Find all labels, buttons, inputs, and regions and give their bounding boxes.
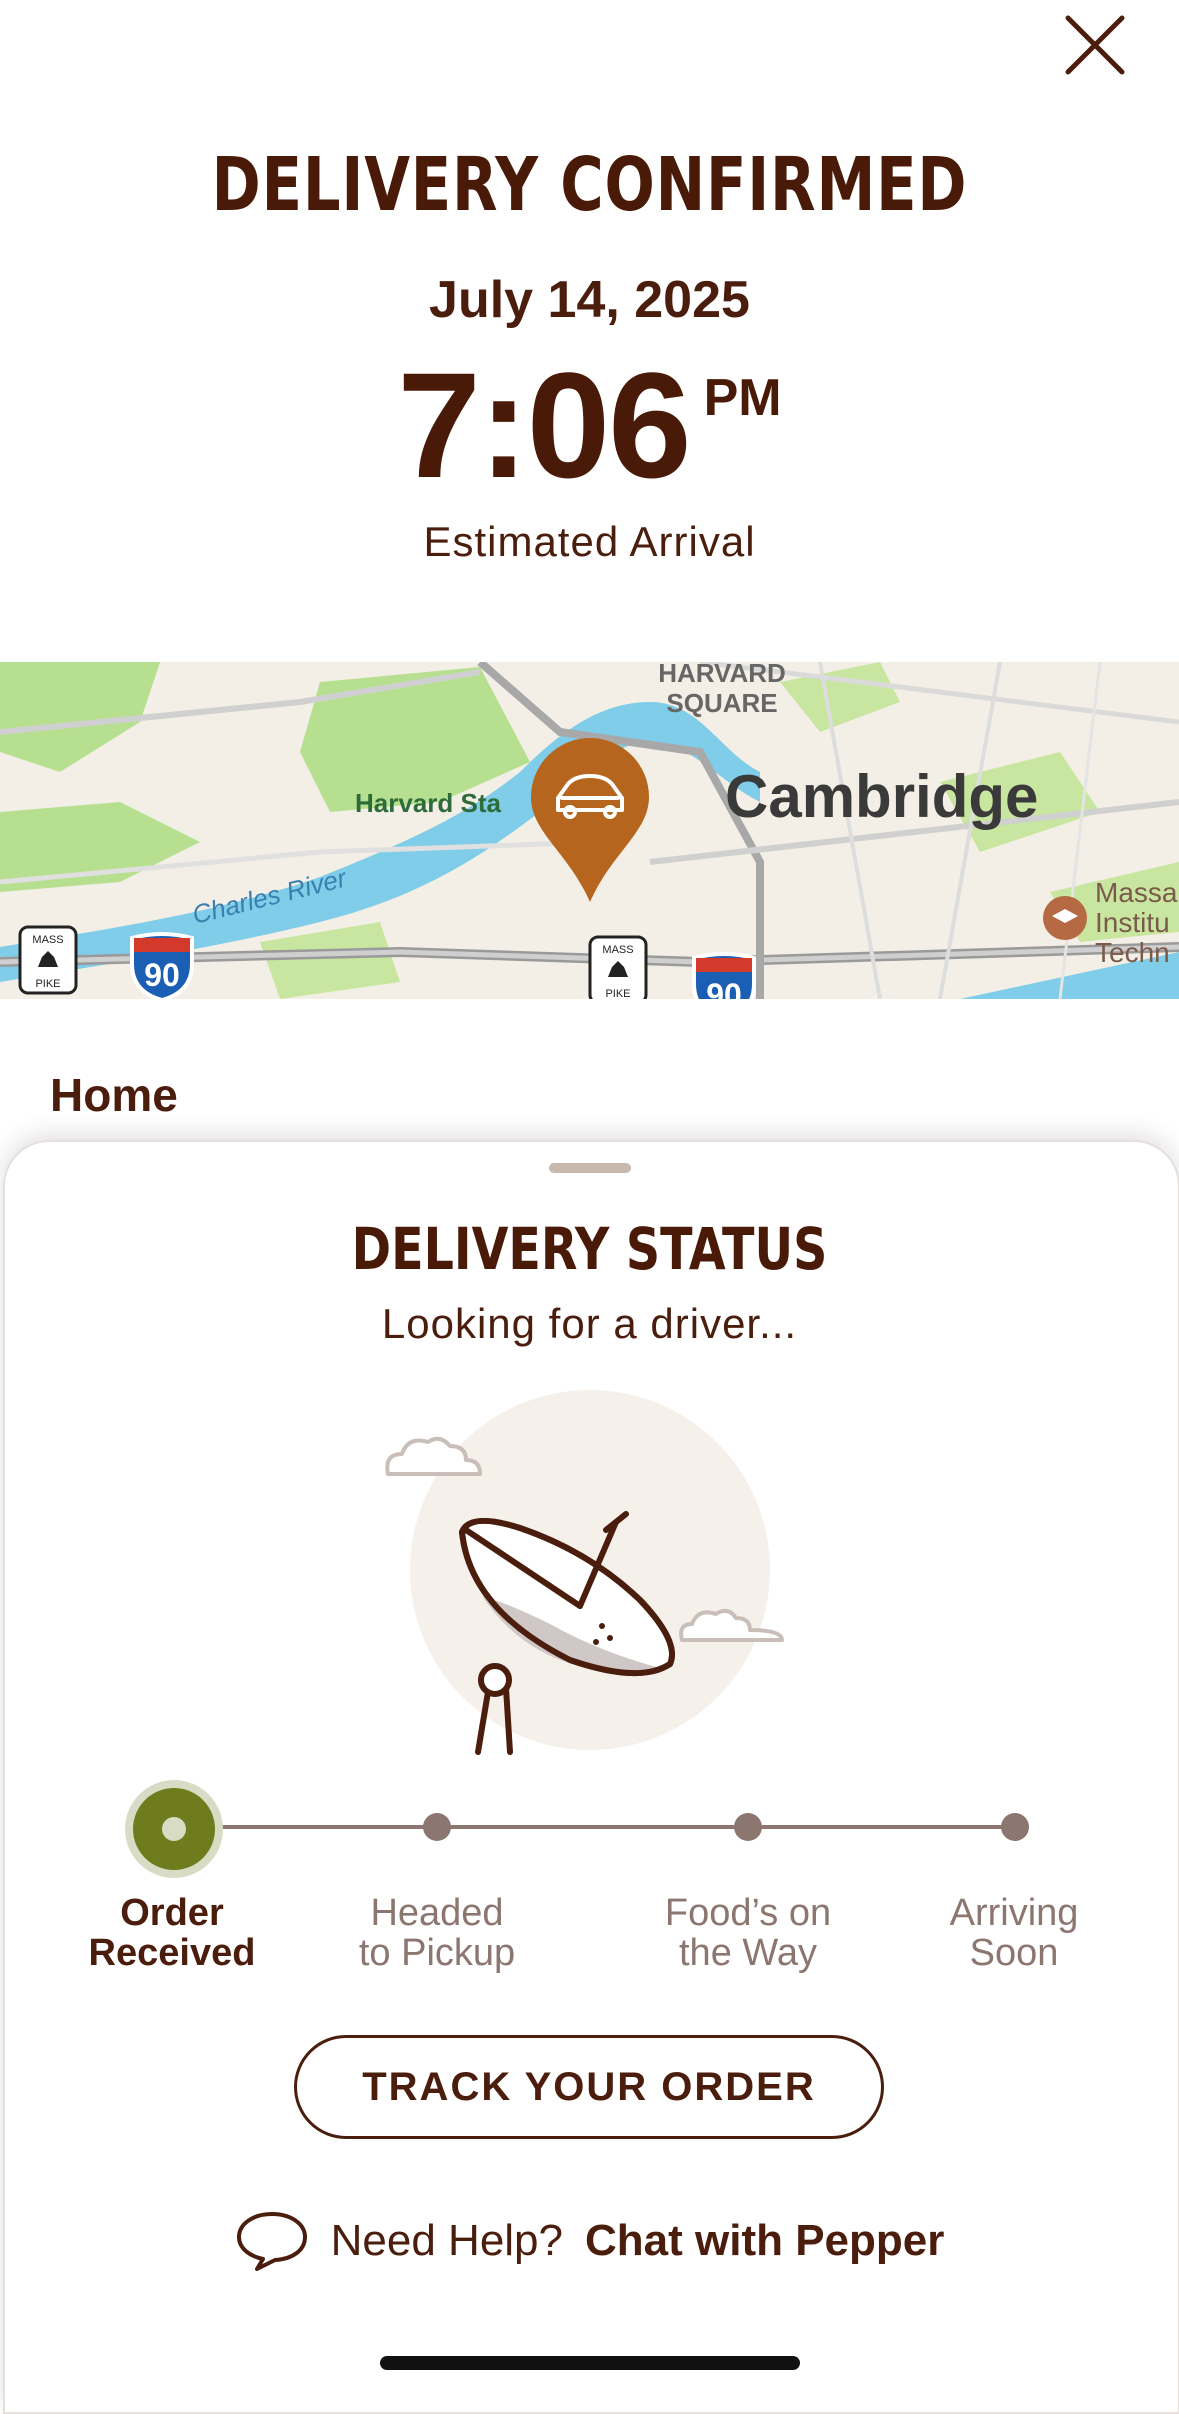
satellite-dish-illustration — [370, 1380, 810, 1760]
step-label-order-received: Order Received — [62, 1893, 282, 1973]
help-prefix: Need Help? — [330, 2216, 563, 2265]
help-chat-row[interactable]: Need Help? Chat with Pepper — [0, 2210, 1179, 2272]
map-label-harvard-station: Harvard Sta — [355, 788, 501, 818]
svg-text:90: 90 — [144, 957, 180, 993]
delivery-date: July 14, 2025 — [429, 271, 750, 329]
mass-pike-sign-icon: MASS PIKE — [18, 925, 78, 995]
svg-text:MASS: MASS — [32, 934, 63, 946]
step-indicator-foods-on-the-way — [734, 1813, 762, 1841]
svg-text:90: 90 — [706, 977, 742, 999]
arrival-time: 7:06 PM — [0, 350, 1179, 500]
step-label-line: Headed — [370, 1892, 504, 1934]
step-label-line: Received — [88, 1932, 256, 1974]
destination-label: Home — [50, 1069, 178, 1121]
close-icon — [1065, 15, 1125, 75]
step-label-line: Arriving — [949, 1892, 1079, 1934]
step-label-line: Food’s on — [664, 1892, 832, 1934]
step-indicator-arriving-soon — [1001, 1813, 1029, 1841]
step-label-foods-on-the-way: Food’s on the Way — [638, 1893, 858, 1973]
sheet-grabber-handle[interactable] — [549, 1163, 631, 1173]
map-label-square: SQUARE — [666, 688, 777, 718]
cloud-icon — [679, 1608, 784, 1642]
mass-pike-sign-icon: MASS PIKE — [588, 935, 648, 999]
svg-text:PIKE: PIKE — [605, 988, 630, 999]
page-title: DELIVERY CONFIRMED — [211, 142, 968, 228]
step-label-line: the Way — [679, 1932, 817, 1974]
interstate-90-shield-icon: 90 — [130, 932, 194, 999]
step-label-line: Order — [120, 1892, 224, 1934]
map-label-mit-2: Institu — [1095, 907, 1170, 938]
delivery-status-subtitle: Looking for a driver... — [381, 1300, 798, 1347]
map-label-cambridge: Cambridge — [725, 763, 1038, 830]
map-label-mit-1: Massa — [1095, 877, 1178, 908]
step-label-line: Soon — [969, 1932, 1059, 1974]
step-label-headed-to-pickup: Headed to Pickup — [327, 1893, 547, 1973]
map-view[interactable]: HARVARD SQUARE Harvard Sta Cambridge Cha… — [0, 662, 1179, 999]
map-label-mit-3: Techn — [1095, 937, 1170, 968]
chat-with-pepper-link[interactable]: Chat with Pepper — [585, 2216, 944, 2266]
close-button[interactable] — [1060, 10, 1130, 80]
step-label-arriving-soon: Arriving Soon — [904, 1893, 1124, 1973]
estimated-arrival-label: Estimated Arrival — [423, 518, 756, 565]
progress-track — [172, 1825, 1017, 1829]
time-ampm: PM — [703, 369, 782, 427]
home-indicator[interactable] — [380, 2356, 800, 2370]
step-indicator-headed-to-pickup — [423, 1813, 451, 1841]
time-value: 7:06 — [397, 341, 691, 509]
interstate-90-shield-icon: 90 — [692, 952, 756, 999]
track-your-order-button[interactable]: TRACK YOUR ORDER — [294, 2035, 884, 2139]
svg-text:MASS: MASS — [602, 944, 633, 956]
map-label-harvard: HARVARD — [658, 662, 786, 688]
svg-text:PIKE: PIKE — [35, 978, 60, 990]
delivery-status-title: DELIVERY STATUS — [351, 1215, 828, 1283]
map-canvas: HARVARD SQUARE Harvard Sta Cambridge Cha… — [0, 662, 1179, 999]
step-indicator-order-received-core — [162, 1817, 186, 1841]
chat-bubble-icon — [236, 2212, 307, 2271]
step-label-line: to Pickup — [358, 1932, 516, 1974]
